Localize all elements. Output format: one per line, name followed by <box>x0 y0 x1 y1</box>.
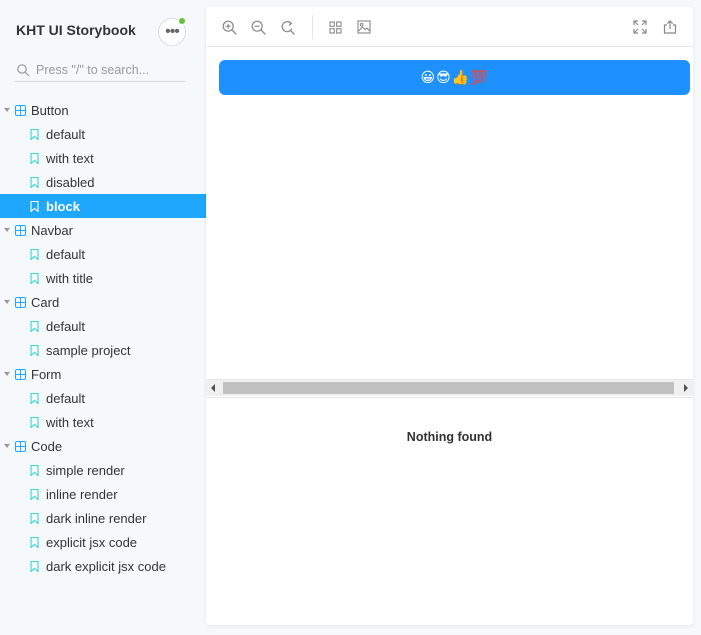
share-icon <box>663 20 677 34</box>
horizontal-scrollbar[interactable] <box>206 379 693 396</box>
scrollbar-thumb[interactable] <box>223 382 674 394</box>
preview-panel: 😀😎👍💯 Nothing found <box>206 7 693 625</box>
story-label: default <box>46 390 86 406</box>
bookmark-icon <box>30 272 39 284</box>
story-item-form-with-text[interactable]: with text <box>0 410 206 434</box>
grid-toggle-button[interactable] <box>327 19 343 35</box>
bookmark-icon <box>30 416 39 428</box>
tree-group-label: Card <box>31 294 60 310</box>
tree-group-button[interactable]: Button <box>0 98 206 122</box>
story-tree: Button default with text disabled block … <box>0 98 206 578</box>
preview-toolbar <box>206 7 693 47</box>
bookmark-icon <box>30 464 39 476</box>
story-label: inline render <box>46 486 118 502</box>
component-icon <box>15 440 26 452</box>
scroll-right-icon[interactable] <box>684 384 688 392</box>
story-label: disabled <box>46 174 95 190</box>
block-button[interactable]: 😀😎👍💯 <box>219 60 690 95</box>
search-bar <box>14 58 186 82</box>
story-label: default <box>46 318 86 334</box>
story-item-card-sample-project[interactable]: sample project <box>0 338 206 362</box>
empty-state-text: Nothing found <box>406 430 493 444</box>
story-label: default <box>46 126 86 142</box>
toolbar-divider <box>312 15 313 39</box>
caret-down-icon <box>4 444 10 448</box>
bookmark-icon <box>30 536 39 548</box>
bookmark-icon <box>30 176 39 188</box>
story-item-code-dark-explicit-jsx-code[interactable]: dark explicit jsx code <box>0 554 206 578</box>
bookmark-icon <box>30 152 39 164</box>
search-icon <box>17 63 30 76</box>
story-item-button-block[interactable]: block <box>0 194 206 218</box>
tree-group-label: Form <box>31 366 62 382</box>
story-label: sample project <box>46 342 131 358</box>
story-item-navbar-default[interactable]: default <box>0 242 206 266</box>
story-item-button-default[interactable]: default <box>0 122 206 146</box>
story-item-card-default[interactable]: default <box>0 314 206 338</box>
story-item-button-disabled[interactable]: disabled <box>0 170 206 194</box>
tree-group-card[interactable]: Card <box>0 290 206 314</box>
tree-group-label: Button <box>31 102 69 118</box>
zoom-in-button[interactable] <box>221 19 237 35</box>
bookmark-icon <box>30 560 39 572</box>
story-item-form-default[interactable]: default <box>0 386 206 410</box>
fullscreen-icon <box>633 20 647 34</box>
story-label: block <box>46 198 80 214</box>
caret-down-icon <box>4 372 10 376</box>
background-button[interactable] <box>356 19 372 35</box>
bookmark-icon <box>30 128 39 140</box>
story-item-code-explicit-jsx-code[interactable]: explicit jsx code <box>0 530 206 554</box>
zoom-out-button[interactable] <box>250 19 266 35</box>
bookmark-icon <box>30 512 39 524</box>
story-item-navbar-with-title[interactable]: with title <box>0 266 206 290</box>
status-dot <box>178 17 186 25</box>
storybook-title[interactable]: KHT UI Storybook <box>16 22 136 38</box>
ellipsis-icon: ••• <box>165 23 180 40</box>
story-label: simple render <box>46 462 125 478</box>
story-item-code-inline-render[interactable]: inline render <box>0 482 206 506</box>
bookmark-icon <box>30 344 39 356</box>
share-button[interactable] <box>662 19 678 35</box>
tree-group-form[interactable]: Form <box>0 362 206 386</box>
bookmark-icon <box>30 392 39 404</box>
story-canvas: 😀😎👍💯 <box>206 47 693 379</box>
reset-zoom-button[interactable] <box>279 19 295 35</box>
tree-group-code[interactable]: Code <box>0 434 206 458</box>
addons-panel: Nothing found <box>206 397 693 625</box>
story-label: explicit jsx code <box>46 534 138 550</box>
zoom-in-icon <box>222 20 237 35</box>
component-icon <box>15 224 26 236</box>
story-item-code-dark-inline-render[interactable]: dark inline render <box>0 506 206 530</box>
story-label: with text <box>46 150 94 166</box>
grid-icon <box>328 20 342 34</box>
sidebar: KHT UI Storybook ••• Button default with… <box>0 0 206 635</box>
caret-down-icon <box>4 300 10 304</box>
tree-group-label: Navbar <box>31 222 73 238</box>
story-label: dark explicit jsx code <box>46 558 166 574</box>
zoom-out-icon <box>251 20 266 35</box>
caret-down-icon <box>4 108 10 112</box>
caret-down-icon <box>4 228 10 232</box>
bookmark-icon <box>30 320 39 332</box>
reset-zoom-icon <box>281 20 295 35</box>
bookmark-icon <box>30 200 39 212</box>
story-label: with text <box>46 414 94 430</box>
story-item-code-simple-render[interactable]: simple render <box>0 458 206 482</box>
tree-group-label: Code <box>31 438 63 454</box>
component-icon <box>15 368 26 380</box>
search-input[interactable] <box>36 62 181 77</box>
image-icon <box>357 20 371 34</box>
fullscreen-button[interactable] <box>632 19 648 35</box>
component-icon <box>15 104 26 116</box>
component-icon <box>15 296 26 308</box>
bookmark-icon <box>30 488 39 500</box>
story-label: dark inline render <box>46 510 147 526</box>
story-label: default <box>46 246 86 262</box>
tree-group-navbar[interactable]: Navbar <box>0 218 206 242</box>
scroll-left-icon[interactable] <box>211 384 215 392</box>
bookmark-icon <box>30 248 39 260</box>
menu-button[interactable]: ••• <box>158 17 186 46</box>
story-item-button-with-text[interactable]: with text <box>0 146 206 170</box>
story-label: with title <box>46 270 93 286</box>
